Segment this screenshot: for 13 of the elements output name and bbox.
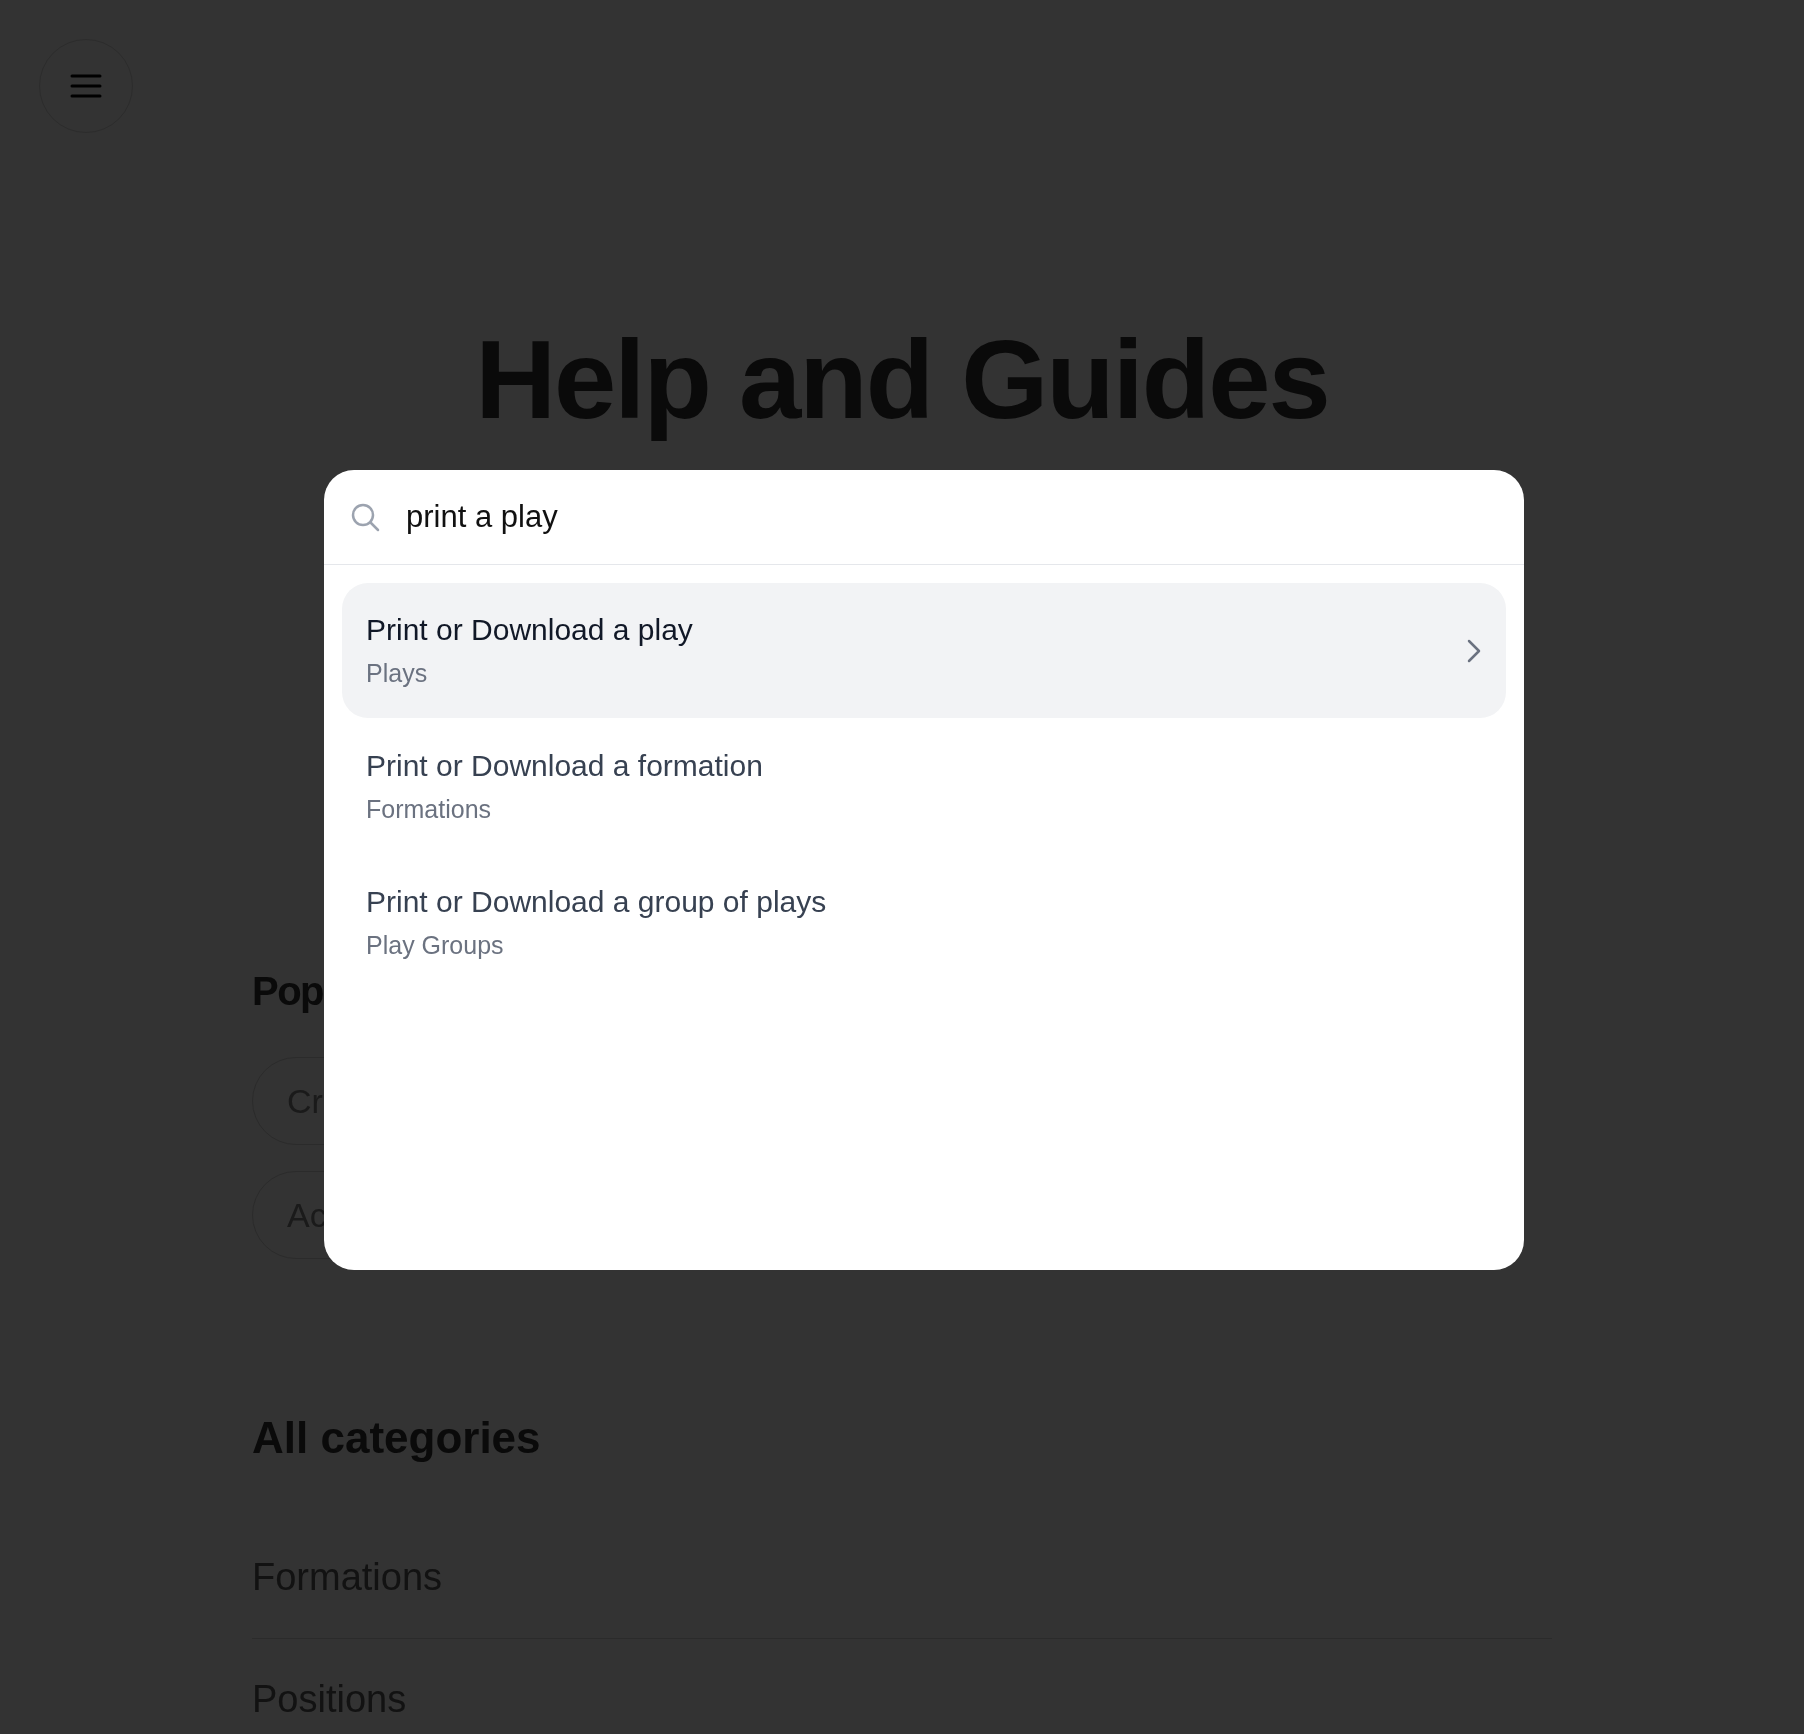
search-result[interactable]: Print or Download a formation Formations (342, 719, 1506, 854)
result-title: Print or Download a formation (366, 749, 763, 783)
result-category: Formations (366, 795, 493, 824)
search-result[interactable]: Print or Download a play Plays (342, 583, 1506, 718)
chevron-right-icon (1466, 637, 1482, 664)
result-title: Print or Download a play (366, 613, 693, 647)
result-category: Plays (366, 659, 429, 688)
result-category: Play Groups (366, 931, 505, 960)
result-title: Print or Download a group of plays (366, 885, 827, 919)
search-icon (350, 502, 380, 532)
search-field[interactable]: print a play (406, 499, 1498, 535)
search-result[interactable]: Print or Download a group of plays Play Groups (342, 855, 1506, 990)
menu-icon (70, 73, 102, 99)
